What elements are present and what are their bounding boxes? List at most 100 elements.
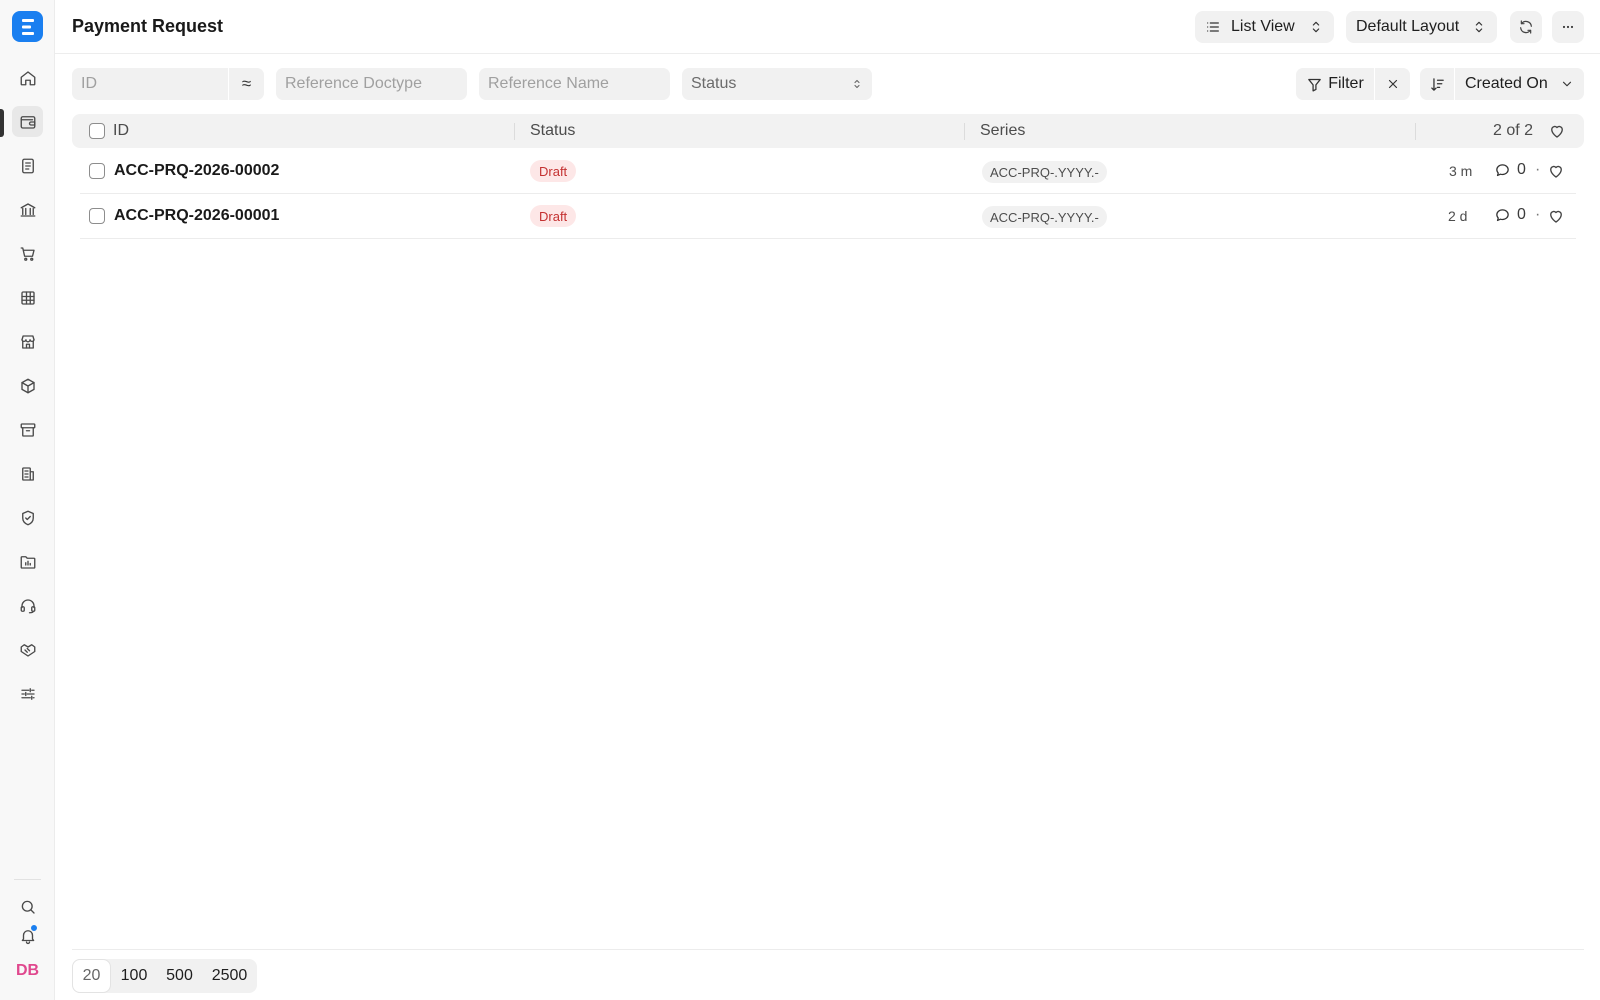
sliders-icon (20, 687, 35, 700)
id-filter-input[interactable] (81, 75, 219, 93)
column-separator (964, 123, 965, 140)
sidebar-item-settings[interactable] (12, 678, 43, 709)
chevron-down-icon (1562, 81, 1572, 87)
layout-selector[interactable]: Default Layout (1346, 11, 1497, 43)
sidebar-item-quality[interactable] (12, 502, 43, 533)
user-avatar[interactable]: DB (12, 955, 43, 986)
sidebar-item-support[interactable] (12, 590, 43, 621)
page-size-20[interactable]: 20 (72, 959, 111, 993)
comment-icon (1496, 163, 1509, 176)
list-icon (1207, 22, 1219, 32)
view-selector[interactable]: List View (1195, 11, 1334, 43)
status-badge: Draft (530, 205, 577, 227)
refresh-icon (1520, 20, 1532, 34)
reference-name-filter[interactable] (479, 68, 670, 100)
page-size-2500[interactable]: 2500 (202, 959, 257, 993)
comment-count[interactable]: 0 (1494, 206, 1526, 224)
bank-icon (20, 202, 35, 217)
page-title: Payment Request (72, 16, 224, 36)
page-header: Payment Request List View Default Layout (55, 0, 1600, 54)
sidebar-item-stock[interactable] (12, 370, 43, 401)
select-all-checkbox[interactable] (89, 123, 105, 139)
sidebar-item-selling[interactable] (12, 326, 43, 357)
filter-button[interactable]: Filter (1296, 68, 1374, 100)
refresh-button[interactable] (1510, 11, 1542, 43)
column-header-id[interactable]: ID (113, 122, 129, 140)
table-row[interactable]: ACC-PRQ-2026-00002 Draft ACC-PRQ-.YYYY.-… (80, 149, 1576, 194)
status-filter-select[interactable]: Status (682, 68, 872, 100)
column-header-status[interactable]: Status (530, 122, 575, 140)
page-size-selector: 20 100 500 2500 (72, 959, 257, 993)
result-count: 2 of 2 (1493, 122, 1534, 139)
reference-doctype-input[interactable] (285, 75, 458, 93)
column-separator (514, 123, 515, 140)
wallet-icon (20, 115, 35, 129)
heart-icon[interactable] (1548, 122, 1566, 140)
sidebar-item-home[interactable] (12, 62, 43, 93)
comment-count[interactable]: 0 (1494, 161, 1526, 179)
more-horizontal-icon (1562, 25, 1574, 29)
store-icon (20, 334, 35, 349)
series-badge: ACC-PRQ-.YYYY.- (982, 161, 1107, 183)
view-selector-label: List View (1231, 18, 1295, 35)
sort-direction-button[interactable] (1420, 68, 1454, 100)
cart-icon (20, 246, 35, 261)
sidebar-item-buying[interactable] (12, 238, 43, 269)
sidebar-item-documents[interactable] (12, 150, 43, 181)
comment-count-value: 0 (1517, 206, 1526, 223)
row-checkbox[interactable] (89, 208, 105, 224)
heart-icon[interactable] (1547, 162, 1565, 180)
row-id[interactable]: ACC-PRQ-2026-00001 (114, 207, 279, 225)
reference-name-input[interactable] (488, 75, 661, 93)
separator-dot: · (1535, 161, 1541, 178)
headset-icon (20, 598, 35, 613)
sort-field-selector[interactable]: Created On (1455, 68, 1584, 100)
sidebar-notifications-button[interactable] (12, 920, 43, 951)
filter-icon (1308, 78, 1322, 92)
sidebar-item-reports[interactable] (12, 282, 43, 313)
list-header: ID Status Series 2 of 2 (72, 114, 1584, 148)
sidebar-item-organization[interactable] (12, 458, 43, 489)
status-filter-label: Status (691, 75, 737, 92)
building-icon (21, 466, 34, 481)
folder-chart-icon (20, 555, 35, 569)
page-size-500[interactable]: 500 (157, 959, 202, 993)
search-icon (21, 900, 35, 914)
row-checkbox[interactable] (89, 163, 105, 179)
status-badge: Draft (530, 160, 577, 182)
avatar-initials: DB (15, 961, 40, 979)
page-size-100[interactable]: 100 (111, 959, 157, 993)
modified-time: 3 m (1449, 163, 1473, 179)
more-actions-button[interactable] (1552, 11, 1584, 43)
comment-count-value: 0 (1517, 161, 1526, 178)
id-filter[interactable] (72, 68, 228, 100)
filter-button-label: Filter (1328, 75, 1364, 92)
layout-selector-label: Default Layout (1356, 18, 1460, 35)
footer-divider (72, 949, 1584, 950)
archive-icon (20, 422, 35, 437)
app-logo[interactable] (12, 11, 43, 42)
home-icon (20, 70, 35, 85)
heart-icon[interactable] (1547, 207, 1565, 225)
row-id[interactable]: ACC-PRQ-2026-00002 (114, 162, 279, 180)
close-icon (1388, 79, 1397, 89)
table-row[interactable]: ACC-PRQ-2026-00001 Draft ACC-PRQ-.YYYY.-… (80, 194, 1576, 239)
reference-doctype-filter[interactable] (276, 68, 467, 100)
sidebar-item-crm[interactable] (12, 634, 43, 665)
sort-descending-icon (1430, 77, 1444, 91)
column-header-series[interactable]: Series (980, 122, 1025, 140)
notification-dot (30, 924, 38, 932)
id-filter-operator[interactable]: ≈ (229, 68, 264, 100)
handshake-icon (20, 643, 35, 657)
clear-filter-button[interactable] (1375, 68, 1410, 100)
sidebar-divider (14, 879, 41, 880)
sidebar-item-projects[interactable] (12, 546, 43, 577)
column-separator (1415, 123, 1416, 140)
sort-field-label: Created On (1465, 75, 1548, 92)
sidebar-item-assets[interactable] (12, 414, 43, 445)
sidebar-search-button[interactable] (12, 891, 43, 922)
box-icon (20, 378, 35, 393)
sidebar-item-banking[interactable] (12, 194, 43, 225)
sidebar-item-accounting[interactable] (12, 106, 43, 137)
modified-time: 2 d (1448, 208, 1468, 224)
